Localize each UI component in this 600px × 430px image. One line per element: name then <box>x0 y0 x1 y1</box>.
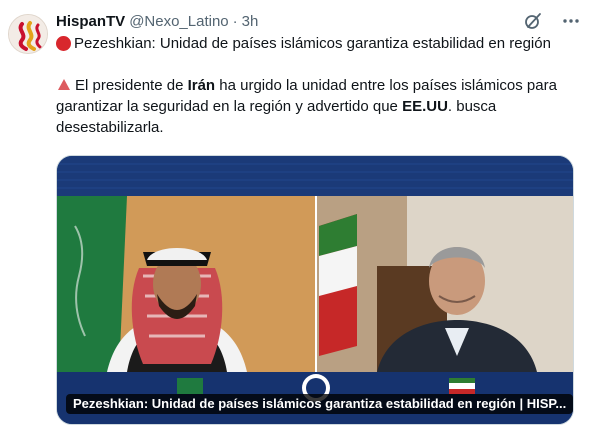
more-button[interactable] <box>560 10 582 32</box>
news-photo <box>57 156 573 424</box>
timestamp[interactable]: 3h <box>242 13 259 30</box>
author-name[interactable]: HispanTV <box>56 13 125 30</box>
media-card[interactable] <box>56 155 574 425</box>
more-icon <box>563 19 579 23</box>
body-bold-eeuu: EE.UU <box>402 98 448 115</box>
red-circle-emoji-icon <box>56 36 71 51</box>
body-text-1: El presidente de <box>75 77 188 94</box>
hispantv-logo-icon <box>9 15 47 53</box>
grok-button[interactable] <box>522 10 544 32</box>
red-triangle-emoji-icon <box>58 79 70 90</box>
body-bold-iran: Irán <box>187 77 216 94</box>
avatar[interactable] <box>8 14 48 54</box>
tweet-headline: Pezeshkian: Unidad de países islámicos g… <box>56 33 582 54</box>
headline-text: Pezeshkian: Unidad de países islámicos g… <box>74 35 551 52</box>
tweet-header: HispanTV @Nexo_Latino · 3h <box>56 10 258 32</box>
separator-dot: · <box>232 12 238 30</box>
media-caption[interactable]: Pezeshkian: Unidad de países islámicos g… <box>66 394 574 414</box>
tweet-header-actions <box>522 10 582 32</box>
tweet[interactable]: HispanTV @Nexo_Latino · 3h Pezeshkian: U… <box>0 0 600 430</box>
author-handle[interactable]: @Nexo_Latino <box>129 13 228 30</box>
grok-icon <box>525 13 541 29</box>
tweet-body: El presidente de Irán ha urgido la unida… <box>56 75 582 138</box>
tweet-text: Pezeshkian: Unidad de países islámicos g… <box>56 33 582 138</box>
